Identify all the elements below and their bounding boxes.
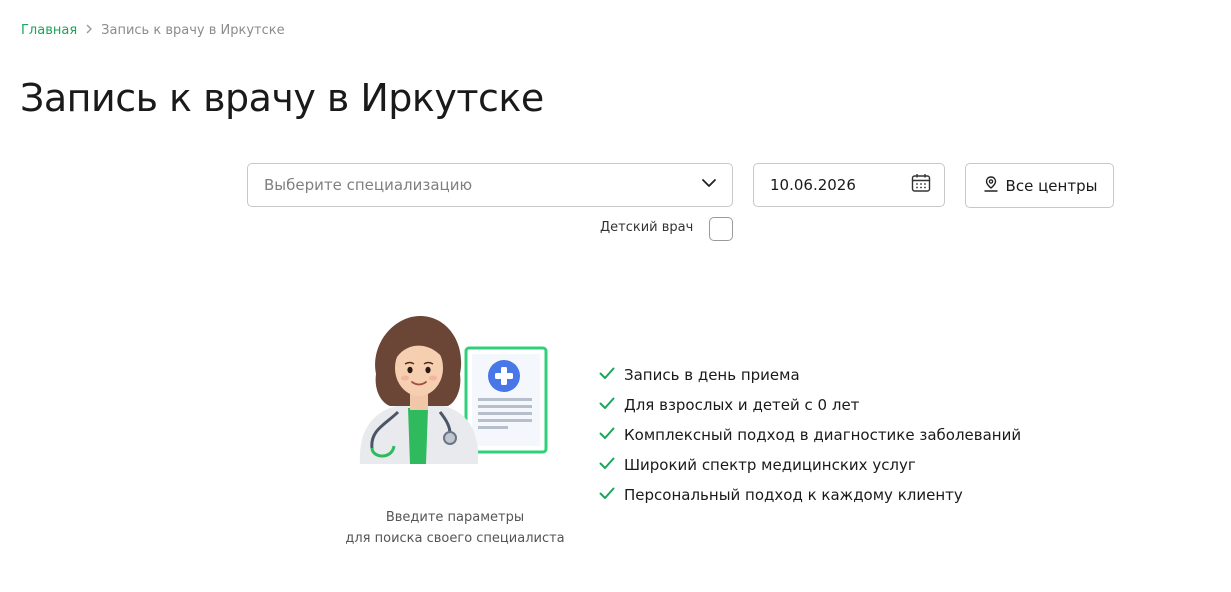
- specialization-select[interactable]: Выберите специализацию: [247, 163, 733, 207]
- list-item: Для взрослых и детей с 0 лет: [598, 390, 1021, 420]
- list-item: Запись в день приема: [598, 360, 1021, 390]
- breadcrumb-current: Запись к врачу в Иркутске: [101, 23, 285, 38]
- calendar-icon[interactable]: [910, 172, 932, 198]
- feature-text: Широкий спектр медицинских услуг: [624, 456, 916, 474]
- feature-text: Комплексный подход в диагностике заболев…: [624, 426, 1022, 444]
- chevron-down-icon: [700, 174, 718, 196]
- specialization-placeholder: Выберите специализацию: [264, 176, 473, 194]
- search-hint-line: Введите параметры: [385, 510, 525, 525]
- page-title: Запись к врачу в Иркутске: [20, 76, 544, 120]
- chevron-right-icon: [85, 23, 93, 38]
- all-centers-button[interactable]: Все центры: [965, 163, 1114, 208]
- breadcrumb-home-link[interactable]: Главная: [21, 23, 77, 38]
- check-icon: [598, 424, 616, 446]
- feature-text: Персональный подход к каждому клиенту: [624, 486, 963, 504]
- kids-doctor-checkbox[interactable]: [709, 217, 733, 241]
- feature-text: Запись в день приема: [624, 366, 800, 384]
- check-icon: [598, 364, 616, 386]
- check-icon: [598, 394, 616, 416]
- list-item: Персональный подход к каждому клиенту: [598, 480, 1021, 510]
- check-icon: [598, 454, 616, 476]
- doctor-illustration: [356, 314, 550, 468]
- all-centers-label: Все центры: [1005, 176, 1098, 195]
- list-item: Широкий спектр медицинских услуг: [598, 450, 1021, 480]
- features-list: Запись в день приема Для взрослых и дете…: [598, 360, 1021, 510]
- location-pin-icon: [982, 175, 1000, 197]
- list-item: Комплексный подход в диагностике заболев…: [598, 420, 1021, 450]
- search-hint-line: для поиска своего специалиста: [345, 531, 565, 546]
- date-value: 10.06.2026: [770, 176, 856, 194]
- breadcrumb: Главная Запись к врачу в Иркутске: [21, 23, 285, 38]
- search-hint: Введите параметры для поиска своего спец…: [330, 507, 580, 549]
- check-icon: [598, 484, 616, 506]
- kids-doctor-label: Детский врач: [600, 220, 694, 235]
- date-field[interactable]: 10.06.2026: [753, 163, 945, 207]
- feature-text: Для взрослых и детей с 0 лет: [624, 396, 860, 414]
